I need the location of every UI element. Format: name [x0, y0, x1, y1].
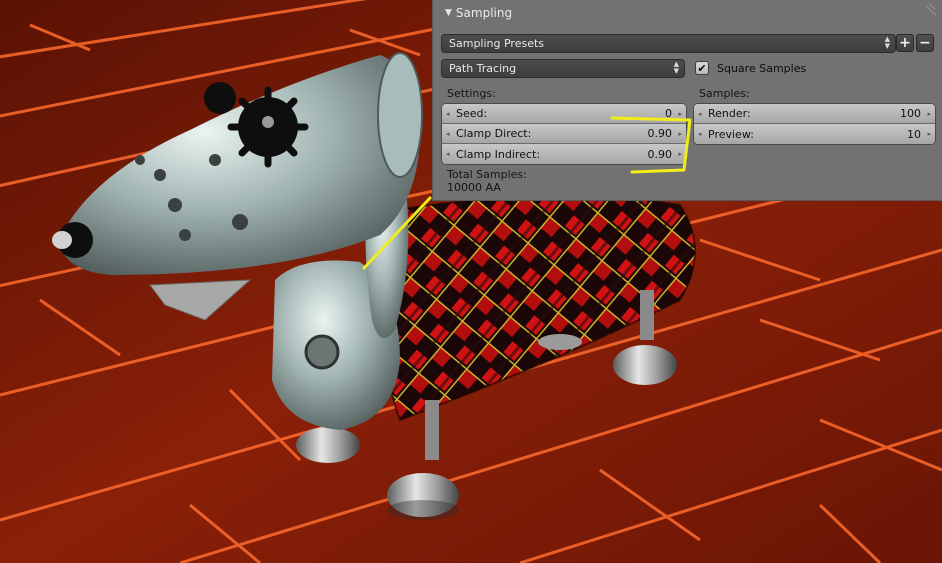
checkmark-icon: ✔: [697, 61, 707, 75]
remove-preset-button[interactable]: −: [916, 34, 934, 52]
settings-field-group: ◂ Seed: 0 ▸ ◂ Clamp Direct: 0.90 ▸ ◂ Cla…: [441, 103, 687, 165]
preview-samples-field[interactable]: ◂ Preview: 10 ▸: [694, 124, 935, 144]
updown-arrows-icon: ▲ ▼: [884, 35, 890, 50]
clamp-direct-value: 0.90: [647, 127, 673, 140]
clamp-indirect-value: 0.90: [647, 147, 673, 161]
add-preset-button[interactable]: +: [896, 34, 914, 52]
sampling-panel: ▼ Sampling Sampling Presets ▲ ▼ + − Path …: [432, 0, 942, 201]
render-samples-value: 100: [900, 107, 921, 120]
seed-field[interactable]: ◂ Seed: 0 ▸: [442, 104, 686, 124]
preview-samples-label: Preview:: [708, 127, 754, 141]
panel-header[interactable]: ▼ Sampling: [433, 0, 942, 26]
samples-heading: Samples:: [699, 87, 750, 100]
decrement-arrow-icon[interactable]: ◂: [446, 130, 450, 138]
decrement-arrow-icon[interactable]: ◂: [698, 130, 702, 138]
seed-value: 0: [665, 107, 672, 120]
panel-title: Sampling: [455, 6, 513, 20]
decrement-arrow-icon[interactable]: ◂: [698, 110, 702, 118]
decrement-arrow-icon[interactable]: ◂: [446, 150, 450, 158]
decrement-arrow-icon[interactable]: ◂: [446, 110, 450, 118]
increment-arrow-icon[interactable]: ▸: [927, 110, 931, 118]
seed-label: Seed:: [456, 107, 488, 120]
increment-arrow-icon[interactable]: ▸: [678, 150, 682, 158]
sampling-presets-dropdown[interactable]: Sampling Presets ▲ ▼: [441, 34, 896, 53]
increment-arrow-icon[interactable]: ▸: [678, 110, 682, 118]
preview-samples-value: 10: [907, 127, 921, 141]
increment-arrow-icon[interactable]: ▸: [678, 130, 682, 138]
clamp-indirect-field[interactable]: ◂ Clamp Indirect: 0.90 ▸: [442, 144, 686, 164]
settings-heading: Settings:: [447, 87, 496, 100]
square-samples-checkbox[interactable]: ✔: [695, 61, 709, 75]
integrator-value: Path Tracing: [449, 62, 517, 75]
clamp-direct-label: Clamp Direct:: [456, 127, 532, 140]
increment-arrow-icon[interactable]: ▸: [927, 130, 931, 138]
square-samples-label: Square Samples: [717, 62, 807, 75]
render-samples-field[interactable]: ◂ Render: 100 ▸: [694, 104, 935, 124]
total-samples-value: 10000 AA: [447, 181, 501, 194]
integrator-dropdown[interactable]: Path Tracing ▲ ▼: [441, 59, 685, 78]
samples-field-group: ◂ Render: 100 ▸ ◂ Preview: 10 ▸: [693, 103, 936, 145]
sampling-presets-label: Sampling Presets: [449, 37, 545, 50]
total-samples-label: Total Samples:: [447, 168, 527, 181]
clamp-indirect-label: Clamp Indirect:: [456, 147, 541, 161]
render-samples-label: Render:: [708, 107, 751, 120]
total-samples-info: Total Samples: 10000 AA: [447, 168, 527, 194]
collapse-triangle-icon[interactable]: ▼: [445, 8, 452, 18]
panel-drag-grip-icon[interactable]: [924, 4, 936, 16]
clamp-direct-field[interactable]: ◂ Clamp Direct: 0.90 ▸: [442, 124, 686, 144]
updown-arrows-icon: ▲ ▼: [673, 60, 679, 75]
